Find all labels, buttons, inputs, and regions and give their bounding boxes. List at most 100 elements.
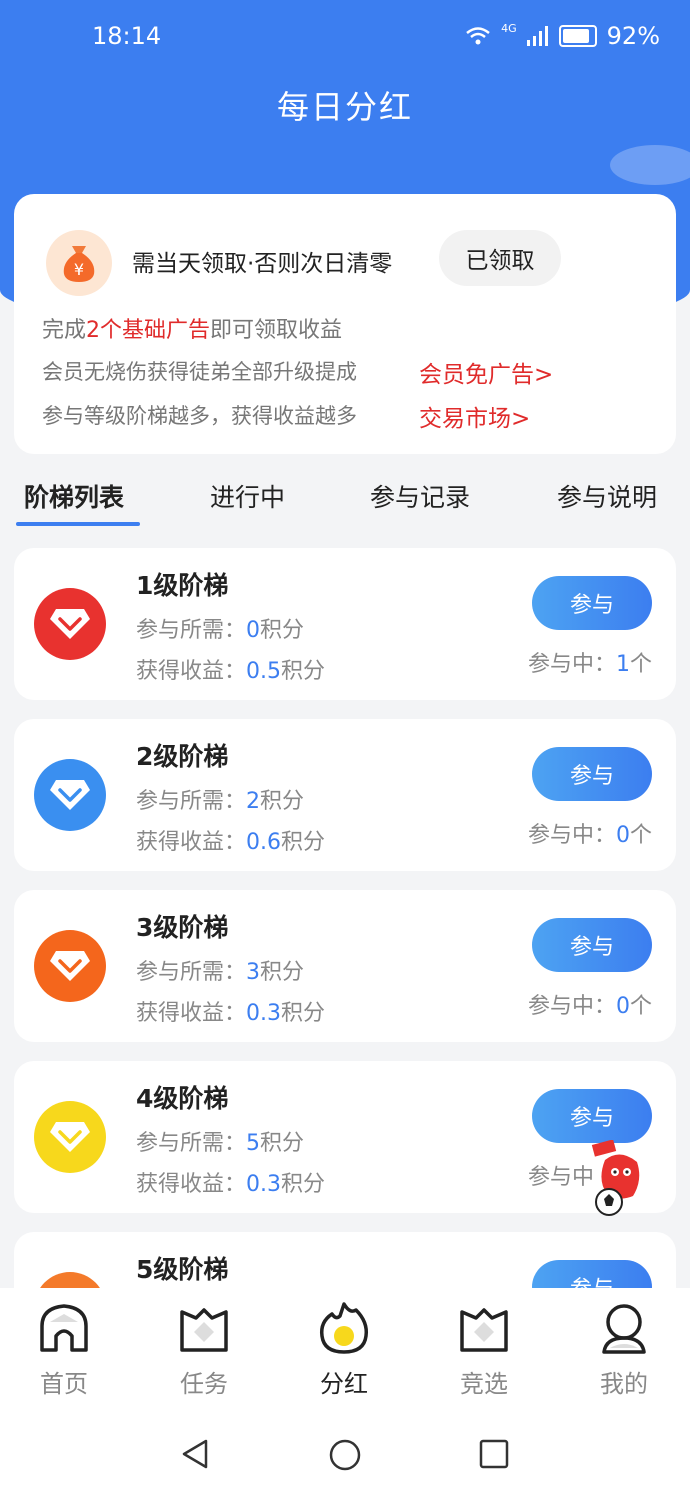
requirement-value: 0 <box>246 618 261 643</box>
reward-value: 0.5 <box>246 659 282 684</box>
join-button[interactable]: 参与 <box>532 747 652 801</box>
count-unit: 个 <box>630 652 653 677</box>
status-bar: 18:14 4G 92% <box>0 0 690 72</box>
count-value: 0 <box>616 823 631 848</box>
tier-requirement: 参与所需：0积分 <box>136 612 304 644</box>
tab-tier-list[interactable]: 阶梯列表 <box>24 478 124 514</box>
tier-requirement: 参与所需：2积分 <box>136 783 304 815</box>
diamond-icon <box>34 759 106 831</box>
participant-count: 参与中：0个 <box>528 817 652 849</box>
nav-dividend-label: 分红 <box>320 1370 368 1398</box>
money-bag-icon: ¥ <box>46 230 112 296</box>
tier-card-4: 4级阶梯 参与所需：5积分 获得收益：0.3积分 参与 参与中 <box>14 1061 676 1213</box>
participant-count: 参与中：0个 <box>528 988 652 1020</box>
reward-label: 获得收益： <box>136 659 247 684</box>
notice-line-member: 会员无烧伤获得徒弟全部升级提成 <box>42 360 357 384</box>
nav-home-label: 首页 <box>40 1370 88 1398</box>
nav-election[interactable]: 竞选 <box>434 1300 534 1399</box>
nav-task-label: 任务 <box>180 1370 228 1398</box>
requirement-label: 参与所需： <box>136 789 247 814</box>
count-label: 参与中： <box>528 994 617 1019</box>
nav-profile-label: 我的 <box>600 1370 648 1398</box>
status-icons: 4G 92% <box>465 22 660 50</box>
notice-line-ads: 完成2个基础广告即可领取收益 <box>42 312 342 344</box>
status-time: 18:14 <box>92 22 162 50</box>
reward-unit: 积分 <box>281 1172 326 1197</box>
join-button[interactable]: 参与 <box>532 1089 652 1143</box>
nav-dividend[interactable]: 分红 <box>294 1300 394 1399</box>
requirement-unit: 积分 <box>260 618 305 643</box>
reward-unit: 积分 <box>281 830 326 855</box>
participant-count: 参与中：1个 <box>528 646 652 678</box>
notice-title: 需当天领取·否则次日清零 <box>132 251 393 277</box>
battery-icon <box>558 25 597 47</box>
diamond-icon <box>34 588 106 660</box>
reward-unit: 积分 <box>281 1001 326 1026</box>
home-circle-icon[interactable] <box>328 1438 362 1472</box>
notice-line-ads-prefix: 完成 <box>42 318 87 343</box>
bottom-navigation: 首页 任务 分红 竞选 我的 <box>0 1288 690 1418</box>
diamond-icon <box>34 1101 106 1173</box>
tier-name: 3级阶梯 <box>136 913 229 942</box>
tier-name: 2级阶梯 <box>136 742 229 771</box>
requirement-label: 参与所需： <box>136 1131 247 1156</box>
back-icon[interactable] <box>180 1438 212 1470</box>
coin-decoration <box>610 145 690 185</box>
tab-participation-records[interactable]: 参与记录 <box>370 478 470 514</box>
claimed-button[interactable]: 已领取 <box>439 230 561 286</box>
tier-reward: 获得收益：0.5积分 <box>136 653 325 685</box>
count-label: 参与中： <box>528 823 617 848</box>
requirement-unit: 积分 <box>260 960 305 985</box>
count-label: 参与中： <box>528 652 617 677</box>
tier-name: 1级阶梯 <box>136 571 229 600</box>
join-button[interactable]: 参与 <box>532 576 652 630</box>
home-icon <box>40 1304 88 1352</box>
task-icon <box>180 1308 228 1352</box>
mascot-icon[interactable] <box>585 1140 655 1220</box>
svg-text:¥: ¥ <box>74 260 84 279</box>
requirement-value: 2 <box>246 789 261 814</box>
reward-value: 0.6 <box>246 830 282 855</box>
notice-line-ads-suffix: 即可领取收益 <box>210 318 343 343</box>
nav-election-label: 竞选 <box>460 1370 508 1398</box>
active-tab-indicator <box>16 522 140 526</box>
tier-requirement: 参与所需：5积分 <box>136 1125 304 1157</box>
requirement-value: 5 <box>246 1131 261 1156</box>
requirement-unit: 积分 <box>260 1131 305 1156</box>
requirement-label: 参与所需： <box>136 618 247 643</box>
notice-card: ¥ 需当天领取·否则次日清零 已领取 完成2个基础广告即可领取收益 会员无烧伤获… <box>14 194 676 454</box>
requirement-value: 3 <box>246 960 261 985</box>
tier-reward: 获得收益：0.3积分 <box>136 1166 325 1198</box>
count-value: 1 <box>616 652 631 677</box>
tier-card-2: 2级阶梯 参与所需：2积分 获得收益：0.6积分 参与 参与中：0个 <box>14 719 676 871</box>
tab-in-progress[interactable]: 进行中 <box>210 478 285 514</box>
tier-name: 4级阶梯 <box>136 1084 229 1113</box>
recent-apps-icon[interactable] <box>478 1438 510 1470</box>
count-unit: 个 <box>630 823 653 848</box>
page-title: 每日分红 <box>276 88 413 126</box>
signal-icon <box>526 26 548 46</box>
tier-requirement: 参与所需：3积分 <box>136 954 304 986</box>
tab-participation-guide[interactable]: 参与说明 <box>557 478 657 514</box>
election-icon <box>460 1308 508 1352</box>
join-button[interactable]: 参与 <box>532 918 652 972</box>
notice-line-tiers: 参与等级阶梯越多，获得收益越多 <box>42 404 357 428</box>
tier-tabs: 阶梯列表 进行中 参与记录 参与说明 <box>0 478 690 538</box>
requirement-label: 参与所需： <box>136 960 247 985</box>
nav-profile[interactable]: 我的 <box>574 1300 674 1399</box>
tier-reward: 获得收益：0.6积分 <box>136 824 325 856</box>
reward-value: 0.3 <box>246 1172 282 1197</box>
profile-icon <box>602 1304 646 1354</box>
reward-label: 获得收益： <box>136 830 247 855</box>
notice-line-ads-highlight: 2个基础广告 <box>86 318 211 343</box>
requirement-unit: 积分 <box>260 789 305 814</box>
system-navigation-bar <box>0 1418 690 1492</box>
nav-task[interactable]: 任务 <box>154 1300 254 1399</box>
trade-market-link[interactable]: 交易市场> <box>419 399 530 433</box>
reward-label: 获得收益： <box>136 1172 247 1197</box>
diamond-icon <box>34 930 106 1002</box>
reward-value: 0.3 <box>246 1001 282 1026</box>
nav-home[interactable]: 首页 <box>14 1300 114 1399</box>
member-no-ads-link[interactable]: 会员免广告> <box>419 355 553 389</box>
tier-card-3: 3级阶梯 参与所需：3积分 获得收益：0.3积分 参与 参与中：0个 <box>14 890 676 1042</box>
